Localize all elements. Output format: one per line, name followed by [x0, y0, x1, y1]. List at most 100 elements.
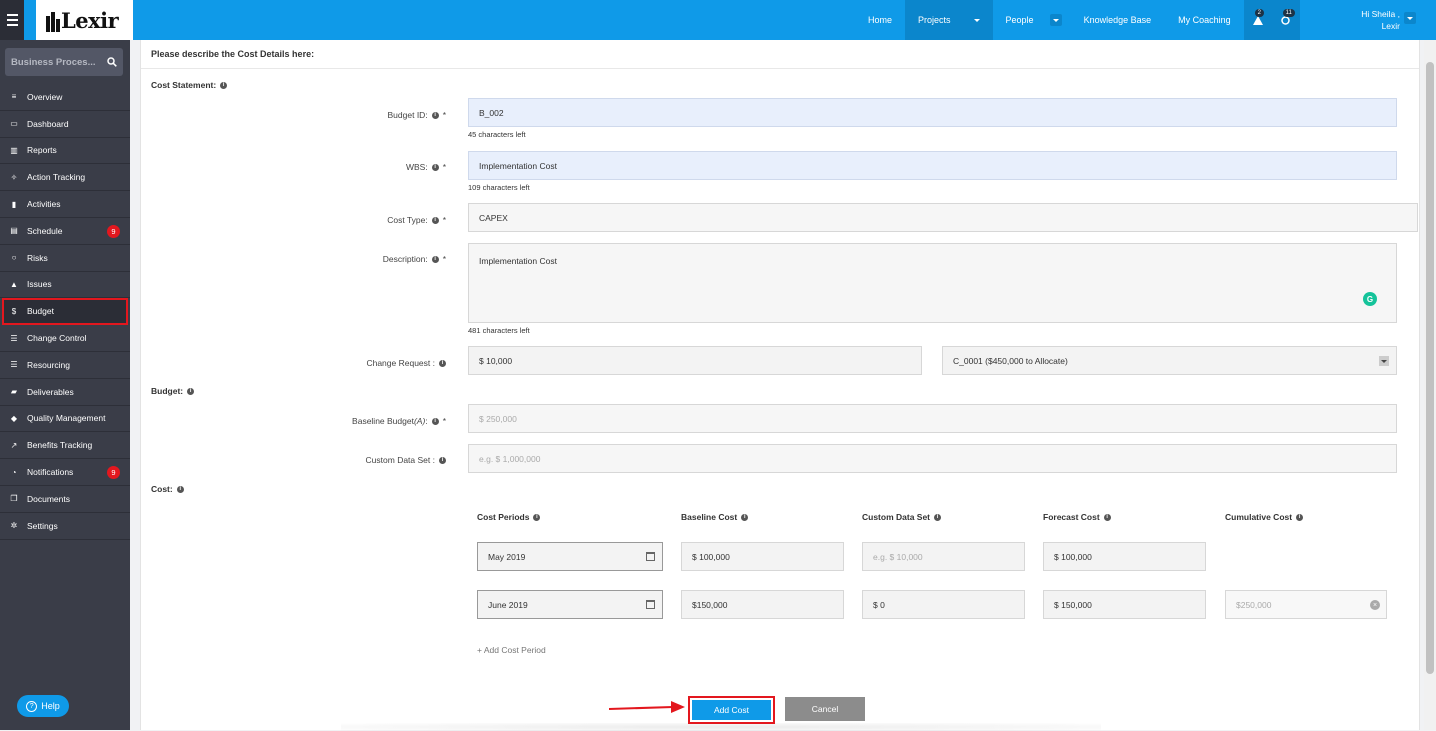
header-forecast-cost-text: Forecast Cost — [1043, 512, 1100, 522]
chart-icon: ▥ — [10, 145, 18, 155]
sidebar-item-dashboard[interactable]: ▭ Dashboard — [0, 111, 130, 138]
chevron-down-icon[interactable] — [1379, 356, 1389, 366]
calendar-icon[interactable] — [646, 552, 655, 561]
calendar-icon: ▤ — [10, 226, 18, 236]
baseline-cost-input[interactable]: $ 100,000 — [681, 542, 844, 571]
info-icon[interactable]: i — [187, 387, 195, 395]
logo[interactable]: Lexir — [36, 0, 133, 40]
info-icon[interactable]: i — [431, 216, 439, 224]
baseline-budget-input[interactable]: $ 250,000 — [468, 404, 1397, 433]
info-icon[interactable]: i — [533, 513, 541, 521]
sidebar-item-deliverables[interactable]: ▰ Deliverables — [0, 379, 130, 406]
sidebar-item-settings[interactable]: ✲ Settings — [0, 513, 130, 540]
custom-data-set-cost-input[interactable]: e.g. $ 10,000 — [862, 542, 1025, 571]
sidebar-item-label: Settings — [27, 520, 58, 531]
description-textarea[interactable]: Implementation Cost — [468, 243, 1397, 323]
projects-dropdown-icon[interactable] — [970, 14, 983, 26]
info-icon[interactable]: i — [431, 111, 439, 119]
scrollbar-thumb[interactable] — [1426, 62, 1434, 674]
sidebar-item-budget[interactable]: $ Budget — [2, 298, 128, 326]
info-icon[interactable]: i — [431, 163, 439, 171]
clear-icon[interactable]: × — [1370, 600, 1380, 610]
forecast-cost-input[interactable]: $ 100,000 — [1043, 542, 1206, 571]
budget-id-input[interactable]: B_002 — [468, 98, 1397, 127]
forecast-cost-input[interactable]: $ 150,000 — [1043, 590, 1206, 619]
custom-data-set-cost-input[interactable]: $ 0 — [862, 590, 1025, 619]
project-search[interactable]: Business Proces... — [5, 48, 123, 76]
cost-period-input[interactable]: May 2019 — [477, 542, 663, 571]
wbs-label: WBS: i * — [406, 162, 446, 172]
cost-period-input[interactable]: June 2019 — [477, 590, 663, 619]
add-cost-period-link[interactable]: + Add Cost Period — [477, 645, 546, 655]
grammarly-icon[interactable]: G — [1363, 292, 1377, 306]
add-cost-button[interactable]: Add Cost — [688, 696, 775, 724]
sidebar-item-schedule[interactable]: ▤ Schedule 9 — [0, 218, 130, 245]
info-icon[interactable]: i — [176, 485, 184, 493]
sidebar-item-overview[interactable]: ≡ Overview — [0, 84, 130, 111]
cost-type-label: Cost Type: i * — [387, 215, 446, 225]
help-button[interactable]: ? Help — [17, 695, 69, 717]
info-icon[interactable]: i — [1103, 513, 1111, 521]
user-greeting[interactable]: Hi Sheila , Lexir — [1361, 8, 1400, 32]
info-icon[interactable]: i — [1296, 513, 1304, 521]
sidebar-item-risks[interactable]: ○ Risks — [0, 245, 130, 272]
hamburger-menu-icon[interactable] — [0, 0, 24, 40]
nav-my-coaching[interactable]: My Coaching — [1164, 0, 1244, 40]
nav-home[interactable]: Home — [855, 0, 905, 40]
wbs-input[interactable]: Implementation Cost — [468, 151, 1397, 180]
info-icon[interactable]: i — [431, 417, 439, 425]
info-icon[interactable]: i — [741, 513, 749, 521]
cost-statement-section: Cost Statement: i — [151, 80, 228, 90]
sidebar-item-action-tracking[interactable]: ✧ Action Tracking — [0, 164, 130, 192]
updates-badge: 11 — [1282, 9, 1295, 17]
nav-projects[interactable]: Projects — [905, 0, 993, 40]
search-icon[interactable] — [107, 57, 117, 67]
baseline-cost-input[interactable]: $150,000 — [681, 590, 844, 619]
sidebar-item-label: Risks — [27, 252, 48, 263]
calendar-icon[interactable] — [646, 600, 655, 609]
user-greeting-line1: Hi Sheila , — [1361, 9, 1400, 19]
sidebar-item-label: Reports — [27, 145, 57, 156]
info-icon[interactable]: i — [439, 456, 446, 464]
sidebar-item-change-control[interactable]: ☰ Change Control — [0, 325, 130, 352]
user-dropdown-icon[interactable] — [1404, 12, 1416, 24]
info-icon[interactable]: i — [220, 81, 228, 89]
sidebar-item-notifications[interactable]: ◔ Notifications 9 — [0, 459, 130, 486]
people-dropdown-icon[interactable] — [1049, 14, 1062, 26]
sidebar-item-reports[interactable]: ▥ Reports — [0, 138, 130, 165]
alerts-badge: 2 — [1254, 9, 1264, 17]
dollar-icon: $ — [11, 306, 17, 316]
sidebar-item-benefits-tracking[interactable]: ↗ Benefits Tracking — [0, 432, 130, 460]
sidebar-item-label: Documents — [27, 493, 70, 504]
nav-people[interactable]: People — [993, 0, 1068, 40]
nav-knowledge-base[interactable]: Knowledge Base — [1068, 0, 1165, 40]
change-request-amount-input[interactable]: $ 10,000 — [468, 346, 922, 375]
sidebar-item-documents[interactable]: ❐ Documents — [0, 486, 130, 513]
info-icon[interactable]: i — [431, 255, 439, 263]
alerts-button[interactable]: 2 — [1243, 0, 1272, 40]
budget-id-hint: 45 characters left — [468, 130, 526, 139]
sidebar-item-label: Resourcing — [27, 359, 70, 370]
required-marker: * — [442, 162, 446, 172]
sidebar-item-issues[interactable]: ▲ Issues — [0, 272, 130, 299]
sidebar-item-label: Schedule — [27, 225, 63, 236]
baseline-budget-label-colon: : — [425, 416, 428, 426]
info-icon[interactable]: i — [439, 359, 446, 367]
change-request-select[interactable]: C_0001 ($450,000 to Allocate) — [942, 346, 1397, 375]
header-forecast-cost: Forecast Cost i — [1043, 512, 1111, 522]
nav-projects-label: Projects — [918, 15, 951, 25]
add-cost-label: Add Cost — [692, 700, 771, 720]
sidebar-item-resourcing[interactable]: ☰ Resourcing — [0, 352, 130, 379]
custom-data-set-input[interactable]: e.g. $ 1,000,000 — [468, 444, 1397, 473]
updates-button[interactable]: 11 — [1271, 0, 1300, 40]
cost-type-select[interactable]: CAPEX — [468, 203, 1418, 232]
sidebar-item-quality-management[interactable]: ◆ Quality Management — [0, 406, 130, 433]
project-search-input[interactable]: Business Proces... — [11, 57, 107, 68]
cumulative-cost-input[interactable]: $250,000 × — [1225, 590, 1387, 619]
sidebar-item-activities[interactable]: ▮ Activities — [0, 191, 130, 218]
scrollbar[interactable] — [1424, 40, 1436, 730]
info-icon[interactable]: i — [934, 513, 942, 521]
sidebar: Business Proces... ≡ Overview ▭ Dashboard … — [0, 40, 130, 730]
cost-statement-label: Cost Statement: — [151, 80, 217, 90]
cancel-button[interactable]: Cancel — [785, 697, 865, 721]
